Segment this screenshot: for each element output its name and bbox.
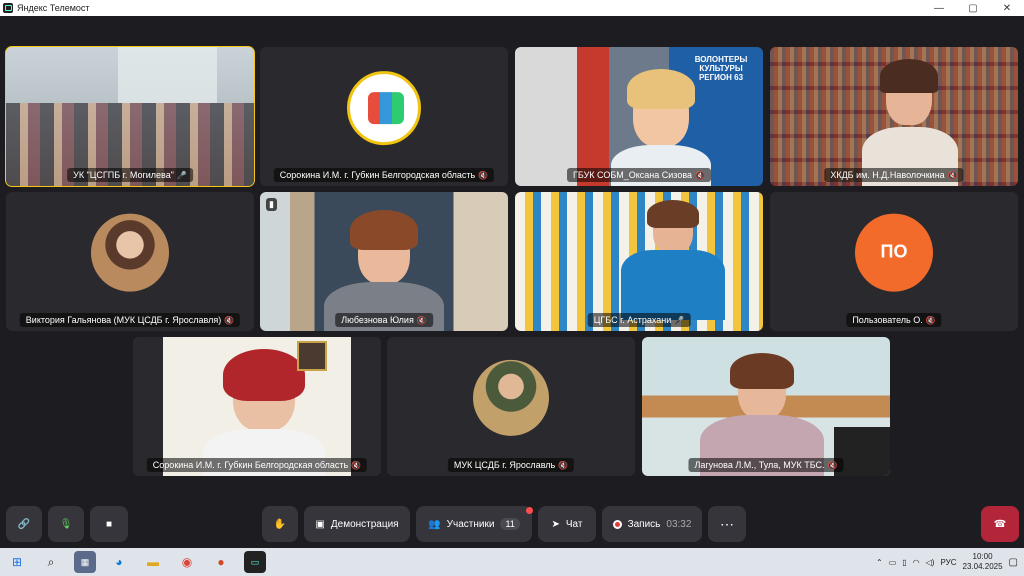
microphone-icon: 🎙 [59,518,73,530]
raise-hand-button[interactable]: ✋ [262,506,298,542]
participant-name-label: ЦГБС г. Астрахани 🎤 [587,313,691,327]
telemost-taskbar-icon[interactable]: ▭ [244,551,266,573]
participant-tile[interactable]: ХКДБ им. Н.Д.Наволочкина 🔇 [770,47,1018,186]
edge-browser-icon[interactable]: ◕ [108,551,130,573]
wifi-icon[interactable]: ◠ [913,558,920,567]
more-icon: ⋯ [720,515,734,532]
participant-name-label: УК "ЦСГПБ г. Могилева" 🎤 [67,168,193,182]
microphone-icon: 🎤 [674,315,685,325]
file-explorer-icon[interactable]: ▬ [142,551,164,573]
participant-tile[interactable]: Сорокина И.М. г. Губкин Белгородская обл… [260,47,508,186]
taskbar-clock[interactable]: 10:00 23.04.2025 [963,552,1003,572]
participant-name-label: Пользователь О. 🔇 [846,313,942,327]
record-icon [612,519,622,529]
microphone-off-icon: 🔇 [827,460,838,470]
end-call-button[interactable]: ☎ [981,506,1019,542]
participant-avatar [91,213,169,292]
participant-tile[interactable]: Сорокина И.М. г. Губкин Белгородская обл… [133,337,381,476]
microphone-off-icon: 🔇 [224,315,235,325]
participant-tile[interactable]: МУК ЦСДБ г. Ярославль 🔇 [387,337,635,476]
library-logo-avatar [347,70,421,145]
participants-count-badge: 11 [500,518,520,530]
participant-avatar [473,359,549,436]
microphone-off-icon: 🔇 [351,460,362,470]
chat-button[interactable]: ➤ Чат [538,506,596,542]
phone-hangup-icon: ☎ [993,518,1007,530]
volume-icon[interactable]: ◁) [926,558,935,567]
minimize-button[interactable]: — [922,0,956,16]
banner-text: ВОЛОНТЕРЫ КУЛЬТУРЫ РЕГИОН 63 [694,55,748,82]
copy-link-button[interactable]: 🔗 [6,506,42,542]
record-timer: 03:32 [666,518,692,530]
screen-share-icon: ▣ [315,518,325,530]
participant-name-label: Виктория Гальянова (МУК ЦСДБ г. Ярославл… [19,313,241,327]
participant-name-label: Лагунова Л.М., Тула, МУК ТБС. 🔇 [688,458,844,472]
windows-taskbar: ⊞ ⌕ ▦ ◕ ▬ ◉ ● ▭ ⌃ ▭ ▯ ◠ ◁) РУС 10:00 23.… [0,548,1024,576]
windows-start-icon[interactable]: ⊞ [6,551,28,573]
notification-dot [526,507,533,514]
title-bar: Яндекс Телемост — ▢ ✕ [0,0,1024,16]
microphone-icon: 🎤 [176,170,187,180]
close-button[interactable]: ✕ [990,0,1024,16]
chrome-browser-icon[interactable]: ◉ [176,551,198,573]
microphone-off-icon: 🔇 [478,170,489,180]
participant-name-label: Сорокина И.М. г. Губкин Белгородская обл… [273,168,495,182]
people-icon: 👥 [428,518,441,530]
participant-tile[interactable]: ПО Пользователь О. 🔇 [770,192,1018,331]
system-tray: ⌃ ▭ ▯ ◠ ◁) РУС 10:00 23.04.2025 ▢ [876,552,1024,572]
record-button[interactable]: Запись 03:32 [602,506,702,542]
participant-tile[interactable]: ВОЛОНТЕРЫ КУЛЬТУРЫ РЕГИОН 63 ГБУК СОБМ_О… [515,47,763,186]
chat-icon: ➤ [551,518,560,530]
powerpoint-icon[interactable]: ● [210,551,232,573]
more-options-button[interactable]: ⋯ [708,506,746,542]
chevron-up-icon[interactable]: ⌃ [876,558,883,567]
microphone-off-icon: 🔇 [416,315,427,325]
microphone-off-icon: 🔇 [925,315,936,325]
camera-icon: ■ [105,518,113,530]
window-title: Яндекс Телемост [17,3,90,13]
initials-avatar: ПО [855,213,933,292]
participants-button[interactable]: 👥 Участники 11 [416,506,532,542]
search-icon[interactable]: ⌕ [40,551,62,573]
participant-tile[interactable]: ▮ Любезнова Юлия 🔇 [260,192,508,331]
signal-strength-icon: ▮ [266,198,277,211]
link-icon: 🔗 [17,518,31,530]
battery-icon[interactable]: ▯ [902,558,906,567]
participant-tile[interactable]: Виктория Гальянова (МУК ЦСДБ г. Ярославл… [6,192,254,331]
participant-name-label: ХКДБ им. Н.Д.Наволочкина 🔇 [824,168,964,182]
telemost-app-icon [3,3,13,13]
hand-icon: ✋ [273,518,287,530]
participant-tile[interactable]: Лагунова Л.М., Тула, МУК ТБС. 🔇 [642,337,890,476]
call-toolbar: 🔗 🎙 ■ ✋ ▣ Демонстрация 👥 Участники 11 ➤ … [0,498,1024,548]
microphone-off-icon: 🔇 [558,460,569,470]
participant-name-label: МУК ЦСДБ г. Ярославль 🔇 [447,458,575,472]
microphone-off-icon: 🔇 [695,170,705,180]
calculator-icon[interactable]: ▦ [74,551,96,573]
camera-toggle-button[interactable]: ■ [90,506,128,542]
notification-icon[interactable]: ▢ [1009,557,1018,568]
participant-name-label: Сорокина И.М. г. Губкин Белгородская обл… [146,458,368,472]
screen-share-button[interactable]: ▣ Демонстрация [304,506,410,542]
microphone-toggle-button[interactable]: 🎙 [48,506,84,542]
participant-name-label: ГБУК СОБМ_Оксана Сизова 🔇 [567,168,711,182]
keyboard-language[interactable]: РУС [940,558,956,567]
network-icon[interactable]: ▭ [889,558,897,567]
participant-name-label: Любезнова Юлия 🔇 [335,313,433,327]
microphone-off-icon: 🔇 [947,170,958,180]
maximize-button[interactable]: ▢ [956,0,990,16]
participant-tile[interactable]: ЦГБС г. Астрахани 🎤 [515,192,763,331]
participant-tile[interactable]: УК "ЦСГПБ г. Могилева" 🎤 [5,46,255,187]
video-grid: УК "ЦСГПБ г. Могилева" 🎤 Сорокина И.М. г.… [0,16,1024,498]
